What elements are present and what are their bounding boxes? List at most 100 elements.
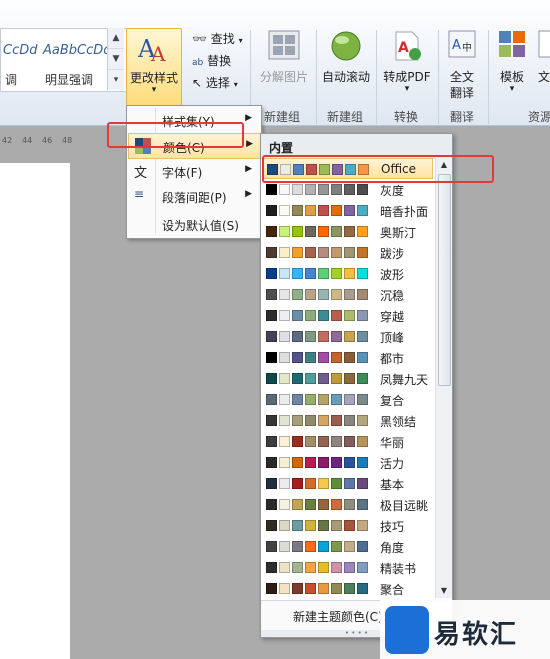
theme-row[interactable]: 顶峰 [263, 326, 433, 347]
theme-swatches [266, 478, 370, 489]
theme-row[interactable]: 华丽 [263, 431, 433, 452]
color-swatch [318, 268, 329, 279]
color-swatch [357, 541, 368, 552]
color-swatch [357, 205, 368, 216]
theme-row[interactable]: 黑领结 [263, 410, 433, 431]
color-swatch [266, 352, 277, 363]
theme-row[interactable]: 基本 [263, 473, 433, 494]
select-button[interactable]: ↖ 选择 ▾ [192, 74, 238, 94]
color-swatch [331, 562, 342, 573]
color-swatch [331, 499, 342, 510]
replace-button[interactable]: ab 替换 [192, 52, 231, 72]
theme-name: 穿越 [380, 310, 405, 324]
color-swatch [318, 583, 329, 594]
theme-row[interactable]: 聚合 [263, 578, 433, 598]
color-swatch [305, 268, 316, 279]
color-swatch [344, 373, 355, 384]
select-label: 选择 [205, 76, 230, 90]
theme-row[interactable]: 跋涉 [263, 242, 433, 263]
menu-item-label: 设为默认值(S) [162, 219, 239, 233]
theme-name: 波形 [380, 268, 405, 282]
scroll-thumb[interactable] [438, 174, 451, 386]
menu-item-set-default[interactable]: 设为默认值(S) [128, 212, 260, 236]
theme-swatches [266, 184, 370, 195]
color-swatch [279, 478, 290, 489]
theme-row[interactable]: 精装书 [263, 557, 433, 578]
ruler-tick-label: 46 [42, 136, 53, 145]
menu-item-paragraph-spacing[interactable]: ≡ 段落间距(P) ▶ [128, 184, 260, 208]
text-button-partial[interactable]: 文 [538, 28, 550, 104]
theme-name: 角度 [380, 541, 405, 555]
color-swatch [305, 205, 316, 216]
color-swatch [357, 352, 368, 363]
color-swatch [357, 331, 368, 342]
theme-swatches [266, 373, 370, 384]
menu-item-label: 字体(F) [162, 166, 203, 180]
split-image-button[interactable]: 分解图片 [256, 28, 312, 104]
color-swatch [266, 184, 277, 195]
change-styles-button[interactable]: A A 更改样式 ▾ [126, 28, 182, 106]
convert-pdf-button[interactable]: A 转成PDF ▾ [378, 28, 436, 104]
style-sample: CcDd [3, 43, 38, 58]
theme-list: Office 灰度 暗香扑面 奥斯汀 跋涉 波形 沉稳 穿越 顶峰 都市 凤舞九天 复合 黑领结 华丽 活力… [261, 158, 434, 598]
color-swatch [344, 331, 355, 342]
color-swatch [357, 289, 368, 300]
full-translate-button[interactable]: A 中 全文 翻译 [440, 28, 484, 104]
theme-row[interactable]: 暗香扑面 [263, 200, 433, 221]
theme-name: 凤舞九天 [380, 373, 429, 387]
split-image-label: 分解图片 [259, 70, 308, 84]
theme-row[interactable]: 技巧 [263, 515, 433, 536]
color-swatch [318, 436, 329, 447]
theme-swatches [266, 289, 370, 300]
color-swatch [305, 457, 316, 468]
cursor-icon: ↖ [192, 76, 203, 90]
color-swatch [357, 457, 368, 468]
scroll-down-icon[interactable]: ▼ [436, 584, 452, 598]
color-swatch [357, 310, 368, 321]
color-swatch [344, 205, 355, 216]
theme-row[interactable]: 都市 [263, 347, 433, 368]
color-swatch [279, 373, 290, 384]
theme-row[interactable]: 角度 [263, 536, 433, 557]
theme-row[interactable]: 活力 [263, 452, 433, 473]
replace-label: 替换 [207, 54, 232, 68]
theme-name: 奥斯汀 [380, 226, 417, 240]
color-swatch [344, 478, 355, 489]
gallery-down-icon[interactable]: ▼ [108, 49, 124, 70]
color-swatch [305, 373, 316, 384]
find-button[interactable]: 👓 查找 ▾ [192, 30, 243, 50]
theme-row[interactable]: 奥斯汀 [263, 221, 433, 242]
change-styles-label: 更改样式 [129, 71, 178, 85]
theme-row[interactable]: 凤舞九天 [263, 368, 433, 389]
theme-name: 技巧 [380, 520, 405, 534]
chevron-down-icon: ▾ [404, 84, 410, 94]
color-swatch [292, 373, 303, 384]
theme-row[interactable]: 极目远眺 [263, 494, 433, 515]
color-swatch [331, 247, 342, 258]
find-label: 查找 [210, 32, 235, 46]
gallery-more-icon[interactable]: ▾ [108, 70, 124, 90]
auto-scroll-button[interactable]: 自动滚动 [318, 28, 374, 104]
color-swatch [331, 226, 342, 237]
gallery-up-icon[interactable]: ▲ [108, 28, 124, 49]
color-swatch [318, 373, 329, 384]
template-button[interactable]: 模板 ▾ [490, 28, 534, 104]
color-swatch [292, 268, 303, 279]
color-swatch [279, 415, 290, 426]
color-swatch [266, 583, 277, 594]
color-swatch [279, 520, 290, 531]
document-page[interactable] [0, 163, 70, 659]
style-item[interactable]: AaBbCcDd 明显强调 [41, 31, 112, 87]
chevron-down-icon: ▾ [233, 80, 238, 89]
color-swatch [344, 310, 355, 321]
theme-row[interactable]: 复合 [263, 389, 433, 410]
color-swatch [357, 436, 368, 447]
theme-row[interactable]: 波形 [263, 263, 433, 284]
watermark: 易软汇 [380, 600, 550, 659]
theme-row[interactable]: 沉稳 [263, 284, 433, 305]
menu-item-fonts[interactable]: 文 字体(F) ▶ [128, 159, 260, 183]
submenu-scrollbar[interactable]: ▲ ▼ [435, 158, 452, 598]
new-theme-colors-label: 新建主题颜色(C)... [293, 610, 395, 624]
theme-row[interactable]: 穿越 [263, 305, 433, 326]
color-swatch [344, 541, 355, 552]
